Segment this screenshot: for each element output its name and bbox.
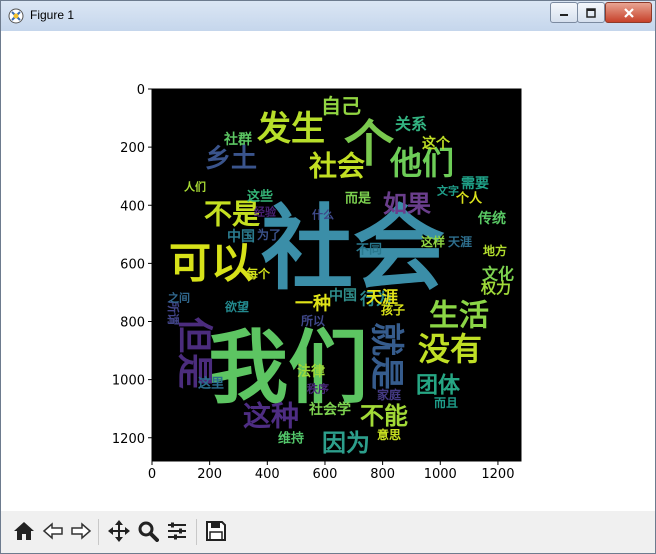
wordcloud-word: 每个 [246,266,271,281]
wordcloud-word: 一种 [295,293,331,315]
x-tick-label: 600 [313,467,338,482]
axes-figure: 社会我们个可以发生乡土 社会 他们自己不是 如果但是生活就是 没有这种团体不能因为文化关… [112,83,522,482]
wordcloud-word: 孩子 [381,302,405,317]
wordcloud-word: 乡土 [205,144,257,174]
wordcloud-word: 家庭 [377,387,401,402]
wordcloud-word: 生活 [429,299,489,334]
close-icon [623,7,634,18]
configure-subplots-icon [168,522,186,540]
wordcloud-word: 个人 [455,191,483,207]
x-tick-label: 1000 [424,467,457,482]
wordcloud-word: 所以 [301,313,325,328]
toolbar-separator [196,519,197,545]
wordcloud-word: 这种 [243,400,299,433]
figure-canvas[interactable]: 社会 我们个可以 发生 乡土 社会 他们 自己 不是 如果 但是 生活 就是 没有 这种 团体 不能 因为 文化关… [1,31,655,511]
y-tick-label: 1000 [112,374,145,389]
title-bar[interactable]: Figure 1 [1,1,655,31]
wordcloud-word: 传统 [477,210,506,227]
wordcloud-word: 这样 [421,234,445,249]
y-tick-label: 1200 [112,432,145,447]
zoom-button[interactable] [136,519,160,543]
wordcloud-word: 天涯 [448,235,472,249]
x-tick-label: 400 [255,467,280,482]
wordcloud-word: 中国 [227,228,255,245]
x-tick-label: 200 [197,467,222,482]
wordcloud-word: 地方 [483,243,507,258]
wordcloud-word: 之间 [168,291,190,305]
wordcloud-word: 可以 [169,239,253,288]
maximize-button[interactable] [577,2,605,23]
y-axis: 0 200 400 600 800 1000 1200 [112,83,152,447]
pan-icon [108,520,130,542]
wordcloud-word: 因为 [322,429,370,457]
wordcloud-word: 欲望 [224,299,249,314]
minimize-icon [560,13,568,16]
wordcloud-word: 这些 [247,189,273,205]
x-tick-label: 0 [148,467,156,482]
wordcloud-word: 需要 [461,175,489,192]
back-button[interactable] [41,519,65,543]
wordcloud-word: 自己 [321,94,361,118]
forward-button[interactable] [69,519,93,543]
wordcloud-word: 维持 [278,431,304,447]
wordcloud-word: 没有 [418,330,482,368]
navigation-toolbar [1,511,655,553]
wordcloud-word: 经验 [254,205,277,219]
x-tick-label: 800 [370,467,395,482]
wordcloud-word: 权力 [480,279,511,297]
configure-subplots-button[interactable] [165,519,189,543]
y-tick-label: 600 [120,257,145,272]
wordcloud-word: 发生 [257,109,325,149]
wordcloud-word: 社会学 [308,401,351,418]
home-icon [14,522,34,540]
wordcloud-word: 社会 [309,150,365,183]
minimize-button[interactable] [550,2,578,23]
save-icon [206,521,226,541]
x-tick-label: 1200 [481,467,514,482]
maximize-icon [586,7,596,18]
forward-arrow-icon [71,522,92,540]
wordcloud-word: 而且 [434,396,458,410]
home-button[interactable] [12,519,36,543]
wordcloud-word: 所谓 [166,301,181,325]
wordcloud-word: 这里 [198,376,224,392]
zoom-icon [138,521,159,542]
toolbar-separator [98,519,99,545]
window-title: Figure 1 [30,8,75,22]
close-button[interactable] [605,2,652,23]
y-tick-label: 800 [120,316,145,331]
wordcloud-word: 什么 [312,208,334,222]
wordcloud-word: 人们 [184,180,206,194]
figure-window: Figure 1 社会 我们个可以 发生 乡土 社会 他们 自己 不是 如果 但是 生活 就是 没有 这种… [0,0,656,554]
wordcloud-word: 而是 [345,192,372,207]
wordcloud-word: 意思 [377,427,401,442]
y-tick-label: 200 [120,141,145,156]
wordcloud-word: 中国 [329,287,357,304]
wordcloud-word: 这个 [422,135,451,152]
back-arrow-icon [42,522,63,540]
wordcloud-word: 关系 [395,115,427,134]
python-icon [8,8,24,24]
save-button[interactable] [204,519,228,543]
wordcloud-word: 不同 [356,243,382,258]
wordcloud-word: 不能 [360,402,408,430]
pan-button[interactable] [107,519,131,543]
wordcloud-word: 为了 [257,227,281,242]
wordcloud-word: 就是 [366,322,406,390]
wordcloud-word: 如果 [383,190,431,218]
wordcloud-word: 团体 [416,374,461,399]
y-tick-label: 400 [120,199,145,214]
wordcloud-word: 文字 [437,184,459,198]
wordcloud-word: 社群 [223,131,252,148]
wordcloud-word: 秩序 [307,382,329,396]
wordcloud-word: 法律 [297,363,325,380]
y-tick-label: 0 [137,83,145,98]
x-axis: 0 200 400 600 800 1000 1200 [148,461,514,482]
